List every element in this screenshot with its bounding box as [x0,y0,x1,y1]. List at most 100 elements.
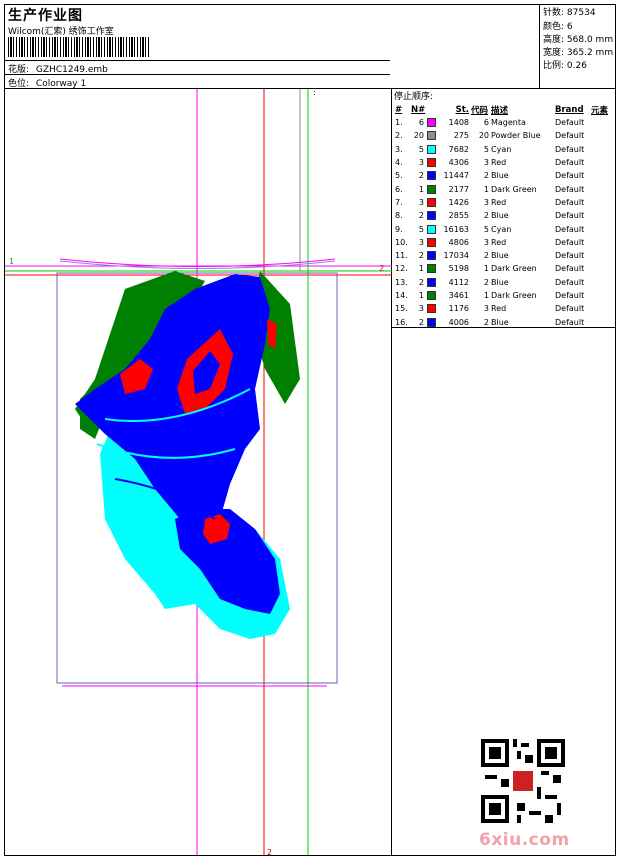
row-description: Blue [491,251,509,261]
table-row: 1. 6 1408 6 Magenta Default [394,116,614,129]
row-code: 2 [483,171,489,181]
table-header-row: # N# St. 代码 描述 Brand 元素 [394,103,614,116]
design-name-row: 花版: GZHC1249.emb [8,62,108,75]
table-row: 9. 5 16163 5 Cyan Default [394,222,614,235]
row-brand: Default [555,304,585,314]
table-row: 15. 3 1176 3 Red Default [394,302,614,315]
row-stitches: 16163 [443,224,469,234]
row-description: Cyan [491,224,512,234]
row-stitches: 4306 [448,158,469,168]
row-stitches: 3461 [448,291,469,300]
row-index: 8. [395,211,403,221]
row-code: 2 [483,277,489,287]
stop-sequence-table: # N# St. 代码 描述 Brand 元素 1. 6 1408 6 Magenta D… [394,103,614,329]
row-element [590,315,614,328]
row-stitches: 1408 [448,118,469,128]
row-description: Red [491,158,507,168]
row-code: 3 [483,304,489,314]
qr-code [481,739,565,823]
row-brand: Default [555,144,585,154]
row-brand: Default [555,264,585,274]
row-element [590,129,614,142]
row-description: Blue [491,277,509,287]
row-description: Cyan [491,144,512,154]
color-swatch [427,251,436,261]
row-needle: 3 [418,237,424,247]
row-needle-cell: 3 [410,236,438,249]
color-swatch [427,264,436,274]
row-brand: Default [555,171,585,181]
row-element [590,182,614,195]
row-needle: 2 [418,171,424,181]
row-index: 6. [395,184,403,194]
row-code: 3 [483,197,489,207]
row-code: 1 [483,264,489,274]
marker-2-bottom: 2 [267,848,272,855]
stat-stitches: 针数: 87534 [543,8,596,18]
table-row: 3. 5 7682 5 Cyan Default [394,143,614,156]
col-index: # [395,104,403,115]
row-description: Magenta [491,118,526,128]
row-description: Blue [491,171,509,181]
color-swatch [427,118,436,128]
row-needle: 20 [413,131,424,141]
row-element [590,262,614,275]
row-brand: Default [555,251,585,261]
row-needle: 3 [418,197,424,207]
row-needle: 1 [418,291,424,300]
row-description: Blue [491,317,509,327]
row-brand: Default [555,131,585,141]
row-brand: Default [555,224,585,234]
design-value: GZHC1249.emb [35,65,108,75]
row-code: 2 [483,251,489,261]
row-index: 4. [395,158,403,168]
row-code: 5 [483,144,489,154]
row-needle-cell: 1 [410,289,438,302]
color-swatch [427,317,436,327]
row-index: 7. [395,197,403,207]
row-stitches: 4806 [448,237,469,247]
row-index: 14. [395,291,408,300]
col-description: 描述 [491,105,509,116]
table-row: 8. 2 2855 2 Blue Default [394,209,614,222]
row-element [590,209,614,222]
row-needle: 2 [418,211,424,221]
marker-top: : [313,89,316,97]
color-swatch [427,291,436,300]
row-needle-cell: 1 [410,262,438,275]
row-needle: 2 [418,277,424,287]
row-needle: 1 [418,264,424,274]
row-code: 2 [483,317,489,327]
row-index: 1. [395,118,403,128]
row-needle-cell: 1 [410,182,438,195]
row-index: 3. [395,144,403,154]
table-row: 4. 3 4306 3 Red Default [394,156,614,169]
stat-height: 高度: 568.0 mm [543,35,614,45]
subtitle: Wilcom(汇索) 绣饰工作室 [8,27,114,37]
row-stitches: 2855 [448,211,469,221]
row-code: 20 [478,131,489,141]
row-element [590,116,614,129]
row-code: 3 [483,237,489,247]
row-element [590,302,614,315]
table-row: 10. 3 4806 3 Red Default [394,236,614,249]
row-index: 10. [395,237,408,247]
row-element [590,169,614,182]
row-index: 9. [395,224,403,234]
design-label: 花版: [8,65,30,75]
color-swatch [427,158,436,168]
row-brand: Default [555,158,585,168]
row-brand: Default [555,291,585,300]
col-element: 元素 [591,105,609,116]
row-index: 13. [395,277,408,287]
color-swatch [427,131,436,141]
row-code: 3 [483,158,489,168]
row-index: 12. [395,264,408,274]
row-description: Powder Blue [491,131,541,141]
marker-1: 1 [9,257,14,266]
row-needle-cell: 2 [410,276,438,289]
color-swatch [427,224,436,234]
row-element [590,236,614,249]
row-code: 2 [483,211,489,221]
row-stitches: 275 [453,131,469,141]
